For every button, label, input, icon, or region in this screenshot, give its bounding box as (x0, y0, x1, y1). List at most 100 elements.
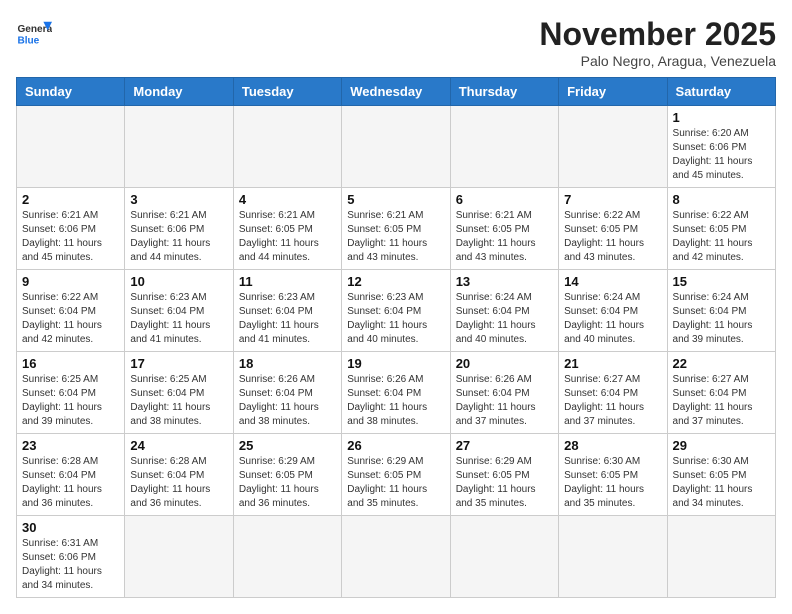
calendar-cell: 27 Sunrise: 6:29 AM Sunset: 6:05 PM Dayli… (450, 434, 558, 516)
day-info: Sunrise: 6:26 AM Sunset: 6:04 PM Dayligh… (239, 373, 336, 429)
day-info: Sunrise: 6:23 AM Sunset: 6:04 PM Dayligh… (130, 291, 227, 347)
calendar-cell: 9 Sunrise: 6:22 AM Sunset: 6:04 PM Daylig… (17, 270, 125, 352)
day-number: 3 (130, 192, 227, 207)
day-number: 16 (22, 356, 119, 371)
calendar-cell (233, 106, 341, 188)
day-info: Sunrise: 6:21 AM Sunset: 6:05 PM Dayligh… (347, 209, 444, 265)
calendar-cell: 28 Sunrise: 6:30 AM Sunset: 6:05 PM Dayli… (559, 434, 667, 516)
calendar-cell (559, 106, 667, 188)
day-info: Sunrise: 6:25 AM Sunset: 6:04 PM Dayligh… (130, 373, 227, 429)
calendar-cell: 21Sunrise: 6:27 AM Sunset: 6:04 PM Dayli… (559, 352, 667, 434)
day-number: 7 (564, 192, 661, 207)
calendar-cell (17, 106, 125, 188)
calendar-cell: 8 Sunrise: 6:22 AM Sunset: 6:05 PM Daylig… (667, 188, 775, 270)
day-number: 27 (456, 438, 553, 453)
calendar: SundayMondayTuesdayWednesdayThursdayFrid… (16, 77, 776, 598)
weekday-header-wednesday: Wednesday (342, 78, 450, 106)
day-info: Sunrise: 6:21 AM Sunset: 6:05 PM Dayligh… (239, 209, 336, 265)
calendar-cell: 17 Sunrise: 6:25 AM Sunset: 6:04 PM Dayli… (125, 352, 233, 434)
month-title: November 2025 (539, 16, 776, 53)
day-number: 14 (564, 274, 661, 289)
title-block: November 2025 Palo Negro, Aragua, Venezu… (539, 16, 776, 69)
day-info: Sunrise: 6:28 AM Sunset: 6:04 PM Dayligh… (130, 455, 227, 511)
calendar-cell: 2Sunrise: 6:21 AM Sunset: 6:06 PM Daylig… (17, 188, 125, 270)
calendar-cell: 16 Sunrise: 6:25 AM Sunset: 6:04 PM Dayli… (17, 352, 125, 434)
calendar-cell (559, 516, 667, 598)
day-info: Sunrise: 6:27 AM Sunset: 6:04 PM Dayligh… (673, 373, 770, 429)
calendar-cell (342, 516, 450, 598)
day-number: 20 (456, 356, 553, 371)
weekday-header-saturday: Saturday (667, 78, 775, 106)
calendar-cell: 19 Sunrise: 6:26 AM Sunset: 6:04 PM Dayli… (342, 352, 450, 434)
day-info: Sunrise: 6:23 AM Sunset: 6:04 PM Dayligh… (239, 291, 336, 347)
calendar-cell: 11 Sunrise: 6:23 AM Sunset: 6:04 PM Dayli… (233, 270, 341, 352)
week-row-6: 30Sunrise: 6:31 AM Sunset: 6:06 PM Dayli… (17, 516, 776, 598)
day-info: Sunrise: 6:22 AM Sunset: 6:05 PM Dayligh… (564, 209, 661, 265)
week-row-5: 23 Sunrise: 6:28 AM Sunset: 6:04 PM Dayli… (17, 434, 776, 516)
day-number: 17 (130, 356, 227, 371)
week-row-1: 1 Sunrise: 6:20 AM Sunset: 6:06 PM Daylig… (17, 106, 776, 188)
calendar-cell: 29Sunrise: 6:30 AM Sunset: 6:05 PM Dayli… (667, 434, 775, 516)
calendar-cell: 13Sunrise: 6:24 AM Sunset: 6:04 PM Dayli… (450, 270, 558, 352)
weekday-header-monday: Monday (125, 78, 233, 106)
day-info: Sunrise: 6:27 AM Sunset: 6:04 PM Dayligh… (564, 373, 661, 429)
day-info: Sunrise: 6:31 AM Sunset: 6:06 PM Dayligh… (22, 537, 119, 593)
day-number: 5 (347, 192, 444, 207)
calendar-cell: 7 Sunrise: 6:22 AM Sunset: 6:05 PM Daylig… (559, 188, 667, 270)
day-number: 8 (673, 192, 770, 207)
calendar-cell: 20 Sunrise: 6:26 AM Sunset: 6:04 PM Dayli… (450, 352, 558, 434)
day-number: 22 (673, 356, 770, 371)
day-number: 9 (22, 274, 119, 289)
day-number: 18 (239, 356, 336, 371)
day-info: Sunrise: 6:23 AM Sunset: 6:04 PM Dayligh… (347, 291, 444, 347)
day-number: 10 (130, 274, 227, 289)
day-number: 28 (564, 438, 661, 453)
day-info: Sunrise: 6:26 AM Sunset: 6:04 PM Dayligh… (347, 373, 444, 429)
day-info: Sunrise: 6:30 AM Sunset: 6:05 PM Dayligh… (564, 455, 661, 511)
day-number: 1 (673, 110, 770, 125)
day-number: 25 (239, 438, 336, 453)
calendar-cell: 26Sunrise: 6:29 AM Sunset: 6:05 PM Dayli… (342, 434, 450, 516)
calendar-cell (667, 516, 775, 598)
weekday-header-thursday: Thursday (450, 78, 558, 106)
calendar-cell: 15Sunrise: 6:24 AM Sunset: 6:04 PM Dayli… (667, 270, 775, 352)
location-subtitle: Palo Negro, Aragua, Venezuela (539, 53, 776, 69)
day-number: 19 (347, 356, 444, 371)
week-row-3: 9 Sunrise: 6:22 AM Sunset: 6:04 PM Daylig… (17, 270, 776, 352)
day-info: Sunrise: 6:29 AM Sunset: 6:05 PM Dayligh… (456, 455, 553, 511)
calendar-cell (125, 516, 233, 598)
calendar-cell: 18 Sunrise: 6:26 AM Sunset: 6:04 PM Dayli… (233, 352, 341, 434)
calendar-cell: 4 Sunrise: 6:21 AM Sunset: 6:05 PM Daylig… (233, 188, 341, 270)
weekday-header-sunday: Sunday (17, 78, 125, 106)
day-number: 23 (22, 438, 119, 453)
day-info: Sunrise: 6:20 AM Sunset: 6:06 PM Dayligh… (673, 127, 770, 183)
week-row-2: 2Sunrise: 6:21 AM Sunset: 6:06 PM Daylig… (17, 188, 776, 270)
day-number: 4 (239, 192, 336, 207)
calendar-cell: 6Sunrise: 6:21 AM Sunset: 6:05 PM Daylig… (450, 188, 558, 270)
day-info: Sunrise: 6:22 AM Sunset: 6:05 PM Dayligh… (673, 209, 770, 265)
day-info: Sunrise: 6:21 AM Sunset: 6:06 PM Dayligh… (130, 209, 227, 265)
day-info: Sunrise: 6:24 AM Sunset: 6:04 PM Dayligh… (456, 291, 553, 347)
day-info: Sunrise: 6:30 AM Sunset: 6:05 PM Dayligh… (673, 455, 770, 511)
calendar-cell (450, 516, 558, 598)
day-info: Sunrise: 6:29 AM Sunset: 6:05 PM Dayligh… (239, 455, 336, 511)
day-info: Sunrise: 6:26 AM Sunset: 6:04 PM Dayligh… (456, 373, 553, 429)
calendar-cell: 12Sunrise: 6:23 AM Sunset: 6:04 PM Dayli… (342, 270, 450, 352)
calendar-cell: 30Sunrise: 6:31 AM Sunset: 6:06 PM Dayli… (17, 516, 125, 598)
day-info: Sunrise: 6:22 AM Sunset: 6:04 PM Dayligh… (22, 291, 119, 347)
day-info: Sunrise: 6:21 AM Sunset: 6:06 PM Dayligh… (22, 209, 119, 265)
calendar-cell: 25 Sunrise: 6:29 AM Sunset: 6:05 PM Dayli… (233, 434, 341, 516)
weekday-header-row: SundayMondayTuesdayWednesdayThursdayFrid… (17, 78, 776, 106)
calendar-cell (125, 106, 233, 188)
calendar-cell: 3 Sunrise: 6:21 AM Sunset: 6:06 PM Daylig… (125, 188, 233, 270)
calendar-cell (342, 106, 450, 188)
day-number: 11 (239, 274, 336, 289)
day-number: 6 (456, 192, 553, 207)
svg-text:Blue: Blue (17, 35, 39, 46)
day-number: 26 (347, 438, 444, 453)
calendar-cell: 1 Sunrise: 6:20 AM Sunset: 6:06 PM Daylig… (667, 106, 775, 188)
day-number: 24 (130, 438, 227, 453)
calendar-cell: 14Sunrise: 6:24 AM Sunset: 6:04 PM Dayli… (559, 270, 667, 352)
day-info: Sunrise: 6:25 AM Sunset: 6:04 PM Dayligh… (22, 373, 119, 429)
calendar-cell (450, 106, 558, 188)
